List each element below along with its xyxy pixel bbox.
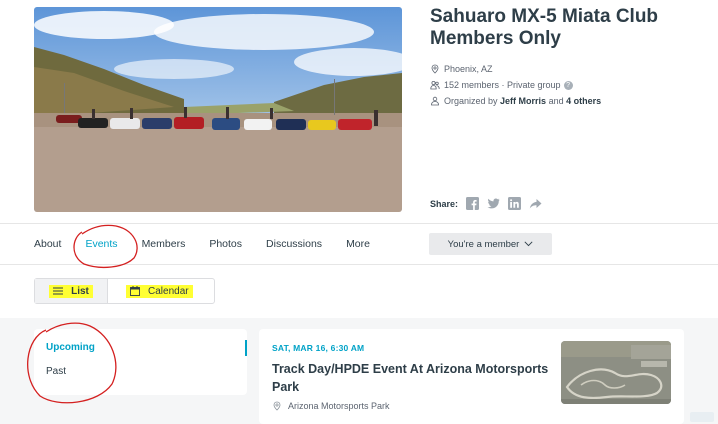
tab-members[interactable]: Members (142, 238, 186, 250)
list-view-button[interactable]: List (35, 279, 108, 303)
share-arrow-icon[interactable] (529, 197, 542, 210)
calendar-icon (130, 286, 140, 296)
person-icon (431, 96, 439, 106)
nav-divider (0, 264, 718, 265)
membership-button[interactable]: You're a member (429, 233, 552, 255)
group-cover-photo (34, 7, 402, 212)
event-date: SAT, MAR 16, 6:30 AM (272, 343, 365, 353)
location-text: Phoenix, AZ (444, 64, 493, 74)
event-venue-text: Arizona Motorsports Park (288, 401, 390, 411)
organized-join: and (548, 96, 564, 106)
facebook-icon[interactable] (466, 197, 480, 210)
members-text[interactable]: 152 members · Private group (444, 80, 561, 90)
group-nav: About Events Members Photos Discussions … (34, 233, 394, 255)
group-location: Phoenix, AZ (430, 64, 493, 74)
share-label: Share: (430, 198, 459, 209)
event-venue: Arizona Motorsports Park (272, 401, 390, 411)
group-members-info: 152 members · Private group ? (430, 80, 573, 90)
tab-discussions[interactable]: Discussions (266, 238, 322, 250)
help-icon[interactable]: ? (563, 80, 573, 90)
calendar-label: Calendar (148, 285, 189, 297)
tab-events[interactable]: Events (85, 238, 117, 250)
chevron-down-icon (524, 241, 533, 247)
other-organizers-link[interactable]: 4 others (566, 96, 601, 106)
event-view-toggle: List Calendar (34, 278, 215, 304)
event-card[interactable]: SAT, MAR 16, 6:30 AM Track Day/HPDE Even… (259, 329, 684, 424)
location-pin-icon (431, 64, 439, 74)
tab-photos[interactable]: Photos (209, 238, 242, 250)
location-pin-icon (273, 401, 281, 411)
scroll-chip (690, 412, 714, 422)
tab-more[interactable]: More (346, 238, 370, 250)
calendar-view-button[interactable]: Calendar (108, 279, 214, 303)
linkedin-icon[interactable] (508, 197, 522, 210)
event-track-image (561, 341, 671, 404)
list-label: List (71, 285, 89, 297)
organized-prefix: Organized by (444, 96, 498, 106)
group-name: Sahuaro MX-5 Miata Club Members Only (430, 6, 659, 49)
list-icon (53, 287, 64, 295)
header-divider (0, 223, 718, 224)
filter-past[interactable]: Past (46, 366, 66, 377)
twitter-icon[interactable] (487, 197, 500, 210)
event-filter-card: Upcoming Past (34, 329, 247, 395)
group-organizers: Organized by Jeff Morris and 4 others (430, 96, 601, 106)
share-row: Share: (430, 197, 542, 210)
members-icon (430, 80, 440, 90)
active-filter-indicator (245, 340, 247, 356)
organizer-link[interactable]: Jeff Morris (500, 96, 546, 106)
page: Sahuaro MX-5 Miata Club Members Only Pho… (0, 0, 718, 424)
membership-label: You're a member (447, 238, 520, 250)
filter-upcoming[interactable]: Upcoming (46, 342, 95, 353)
event-title[interactable]: Track Day/HPDE Event At Arizona Motorspo… (272, 360, 557, 396)
tab-about[interactable]: About (34, 238, 61, 250)
